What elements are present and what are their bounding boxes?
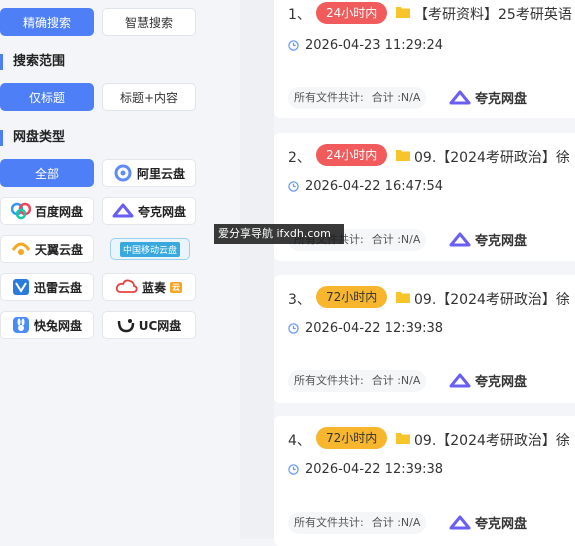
- summary-value: 合计 :N/A: [371, 516, 421, 529]
- result-index: 2、: [288, 150, 311, 166]
- summary-value: 合计 :N/A: [371, 91, 421, 104]
- disk-aliyun-label: 阿里云盘: [136, 166, 185, 181]
- result-time-text: 2026-04-22 12:39:38: [305, 462, 444, 477]
- kuaitu-logo-icon: [12, 317, 29, 333]
- quark-logo-icon: [112, 203, 134, 218]
- quark-logo-icon: [449, 90, 471, 104]
- result-disk-label: 夸克网盘: [475, 92, 528, 107]
- result-card[interactable]: 1、 24小时内 【考研资料】25考研英语 2026-04-23 11:29:2…: [274, 0, 575, 118]
- time-badge: 24小时内: [316, 2, 388, 24]
- disk-tianyi-button[interactable]: 天翼云盘: [0, 235, 94, 263]
- filter-sidebar: 精确搜索 智慧搜索 搜索范围 仅标题 标题+内容 网盘类型 全部 阿里云盘 百度…: [0, 0, 240, 539]
- disk-cmcc-button[interactable]: 中国移动云盘: [110, 238, 190, 260]
- disk-uc-button[interactable]: UC网盘: [102, 311, 196, 339]
- clock-icon: [288, 181, 299, 192]
- result-index: 3、: [288, 292, 311, 308]
- file-summary: 所有文件共计: 合计 :N/A: [288, 512, 427, 534]
- result-disk-label: 夸克网盘: [475, 234, 528, 249]
- disk-kuaitu-label: 快兔网盘: [33, 318, 82, 333]
- title-only-button[interactable]: 仅标题: [0, 83, 94, 111]
- disk-xunlei-button[interactable]: 迅雷云盘: [0, 273, 94, 301]
- result-index: 4、: [288, 433, 311, 449]
- folder-icon: [396, 7, 410, 18]
- result-time-text: 2026-04-22 12:39:38: [305, 321, 444, 336]
- result-index: 1、: [288, 7, 311, 23]
- result-title-link[interactable]: 09.【2024考研政治】徐: [414, 147, 570, 167]
- clock-icon: [288, 464, 299, 475]
- file-summary: 所有文件共计: 合计 :N/A: [288, 87, 427, 109]
- lanzou-logo-icon: [115, 279, 138, 293]
- summary-label: 所有文件共计:: [294, 374, 364, 387]
- time-badge: 72小时内: [316, 427, 388, 449]
- uc-logo-icon: [117, 319, 134, 333]
- disk-aliyun-button[interactable]: 阿里云盘: [102, 159, 196, 187]
- disk-all-label: 全部: [34, 166, 59, 181]
- disk-uc-label: UC网盘: [138, 318, 182, 333]
- result-title-link[interactable]: 【考研资料】25考研英语: [414, 4, 572, 24]
- result-time: 2026-04-22 12:39:38: [288, 321, 443, 336]
- baidu-logo-icon: [10, 202, 31, 220]
- disk-lanzou-tag: 云: [170, 281, 182, 293]
- tianyi-logo-icon: [11, 242, 31, 255]
- quark-logo-icon: [449, 373, 471, 387]
- site-watermark: 爱分享导航 ifxdh.com: [214, 224, 344, 244]
- result-card[interactable]: 4、 72小时内 09.【2024考研政治】徐 2026-04-22 12:39…: [274, 416, 575, 546]
- disk-lanzou-label: 蓝奏: [141, 280, 166, 295]
- search-scope-title: 搜索范围: [0, 54, 65, 70]
- result-title-link[interactable]: 09.【2024考研政治】徐: [414, 430, 570, 450]
- result-card[interactable]: 3、 72小时内 09.【2024考研政治】徐 2026-04-22 12:39…: [274, 275, 575, 403]
- time-badge: 72小时内: [316, 286, 388, 308]
- quark-logo-icon: [449, 232, 471, 246]
- disk-lanzou-button[interactable]: 蓝奏 云: [102, 273, 196, 301]
- disk-quark-button[interactable]: 夸克网盘: [102, 197, 196, 225]
- disk-xunlei-label: 迅雷云盘: [33, 280, 82, 295]
- summary-value: 合计 :N/A: [371, 374, 421, 387]
- title-content-button[interactable]: 标题+内容: [102, 83, 196, 111]
- clock-icon: [288, 323, 299, 334]
- quark-logo-icon: [449, 515, 471, 529]
- summary-value: 合计 :N/A: [371, 233, 421, 246]
- time-badge: 24小时内: [316, 144, 388, 166]
- disk-kuaitu-button[interactable]: 快兔网盘: [0, 311, 94, 339]
- result-disk: 夸克网盘: [449, 371, 527, 390]
- smart-search-button[interactable]: 智慧搜索: [102, 8, 196, 36]
- summary-label: 所有文件共计:: [294, 516, 364, 529]
- result-disk: 夸克网盘: [449, 88, 527, 107]
- result-time: 2026-04-22 16:47:54: [288, 179, 443, 194]
- result-title-link[interactable]: 09.【2024考研政治】徐: [414, 289, 570, 309]
- file-summary: 所有文件共计: 合计 :N/A: [288, 370, 427, 392]
- panel-divider: [240, 0, 274, 539]
- xunlei-logo-icon: [12, 279, 29, 295]
- result-disk-label: 夸克网盘: [475, 517, 528, 532]
- result-time-text: 2026-04-23 11:29:24: [305, 38, 444, 53]
- disk-tianyi-label: 天翼云盘: [34, 242, 83, 257]
- summary-label: 所有文件共计:: [294, 91, 364, 104]
- disk-cmcc-label: 中国移动云盘: [119, 241, 180, 257]
- result-time-text: 2026-04-22 16:47:54: [305, 179, 444, 194]
- result-disk: 夸克网盘: [449, 513, 527, 532]
- result-time: 2026-04-22 12:39:38: [288, 462, 443, 477]
- folder-icon: [396, 433, 410, 444]
- folder-icon: [396, 292, 410, 303]
- disk-baidu-button[interactable]: 百度网盘: [0, 197, 94, 225]
- precise-search-button[interactable]: 精确搜索: [0, 8, 94, 36]
- clock-icon: [288, 40, 299, 51]
- disk-baidu-label: 百度网盘: [34, 204, 83, 219]
- result-time: 2026-04-23 11:29:24: [288, 38, 443, 53]
- aliyun-logo-icon: [114, 164, 132, 182]
- folder-icon: [396, 150, 410, 161]
- result-disk: 夸克网盘: [449, 230, 527, 249]
- result-disk-label: 夸克网盘: [475, 375, 528, 390]
- disk-all-button[interactable]: 全部: [0, 159, 94, 187]
- disk-type-title: 网盘类型: [0, 130, 65, 146]
- disk-quark-label: 夸克网盘: [137, 204, 186, 219]
